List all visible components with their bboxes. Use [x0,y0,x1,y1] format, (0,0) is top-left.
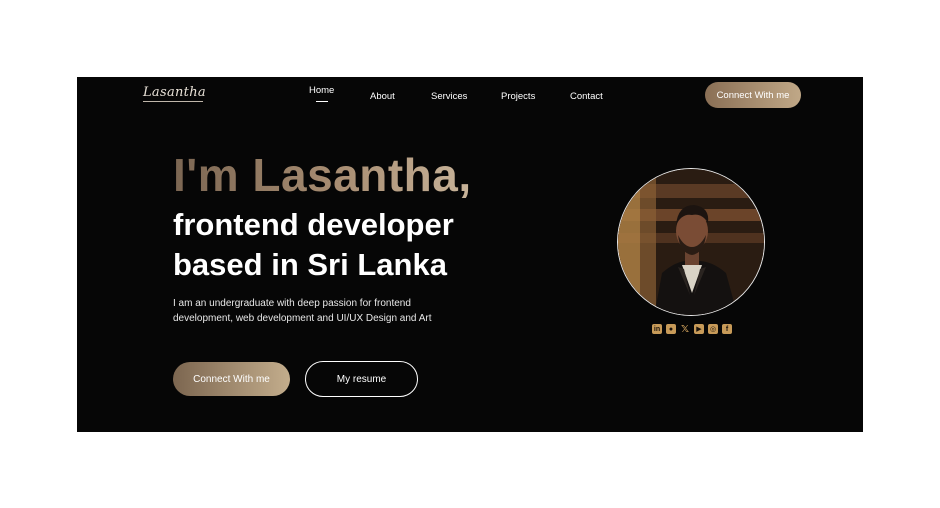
x-icon[interactable]: 𝕏 [680,324,690,335]
social-icons: in ● 𝕏 ▶ ◎ f [652,324,732,336]
instagram-icon[interactable]: ◎ [708,324,718,334]
nav-item-home[interactable]: Home [309,85,334,96]
connect-with-me-nav-button[interactable]: Connect With me [705,82,801,108]
nav-item-services[interactable]: Services [431,91,467,102]
hero-greeting: I'm Lasantha, [173,149,472,201]
connect-with-me-button[interactable]: Connect With me [173,362,290,396]
github-icon[interactable]: ● [666,324,676,334]
nav-item-about[interactable]: About [370,91,395,102]
nav-active-indicator [316,101,328,102]
youtube-icon[interactable]: ▶ [694,324,704,334]
linkedin-icon[interactable]: in [652,324,662,334]
hero-headline-line-1: frontend developer [173,207,454,242]
hero-description-line-1: I am an undergraduate with deep passion … [173,298,411,309]
nav-item-projects[interactable]: Projects [501,91,535,102]
hero-headline-line-2: based in Sri Lanka [173,246,447,282]
hero-section: Lasantha Home About Services Projects Co… [77,77,863,432]
hero-headline: frontend developer based in Sri Lanka [173,205,454,284]
profile-avatar [617,168,765,316]
facebook-icon[interactable]: f [722,324,732,334]
hero-description-line-2: development, web development and UI/UX D… [173,312,432,324]
my-resume-button[interactable]: My resume [305,361,418,397]
profile-photo-illustration [618,169,764,315]
hero-description: I am an undergraduate with deep passion … [173,297,473,326]
nav-item-contact[interactable]: Contact [570,91,603,102]
